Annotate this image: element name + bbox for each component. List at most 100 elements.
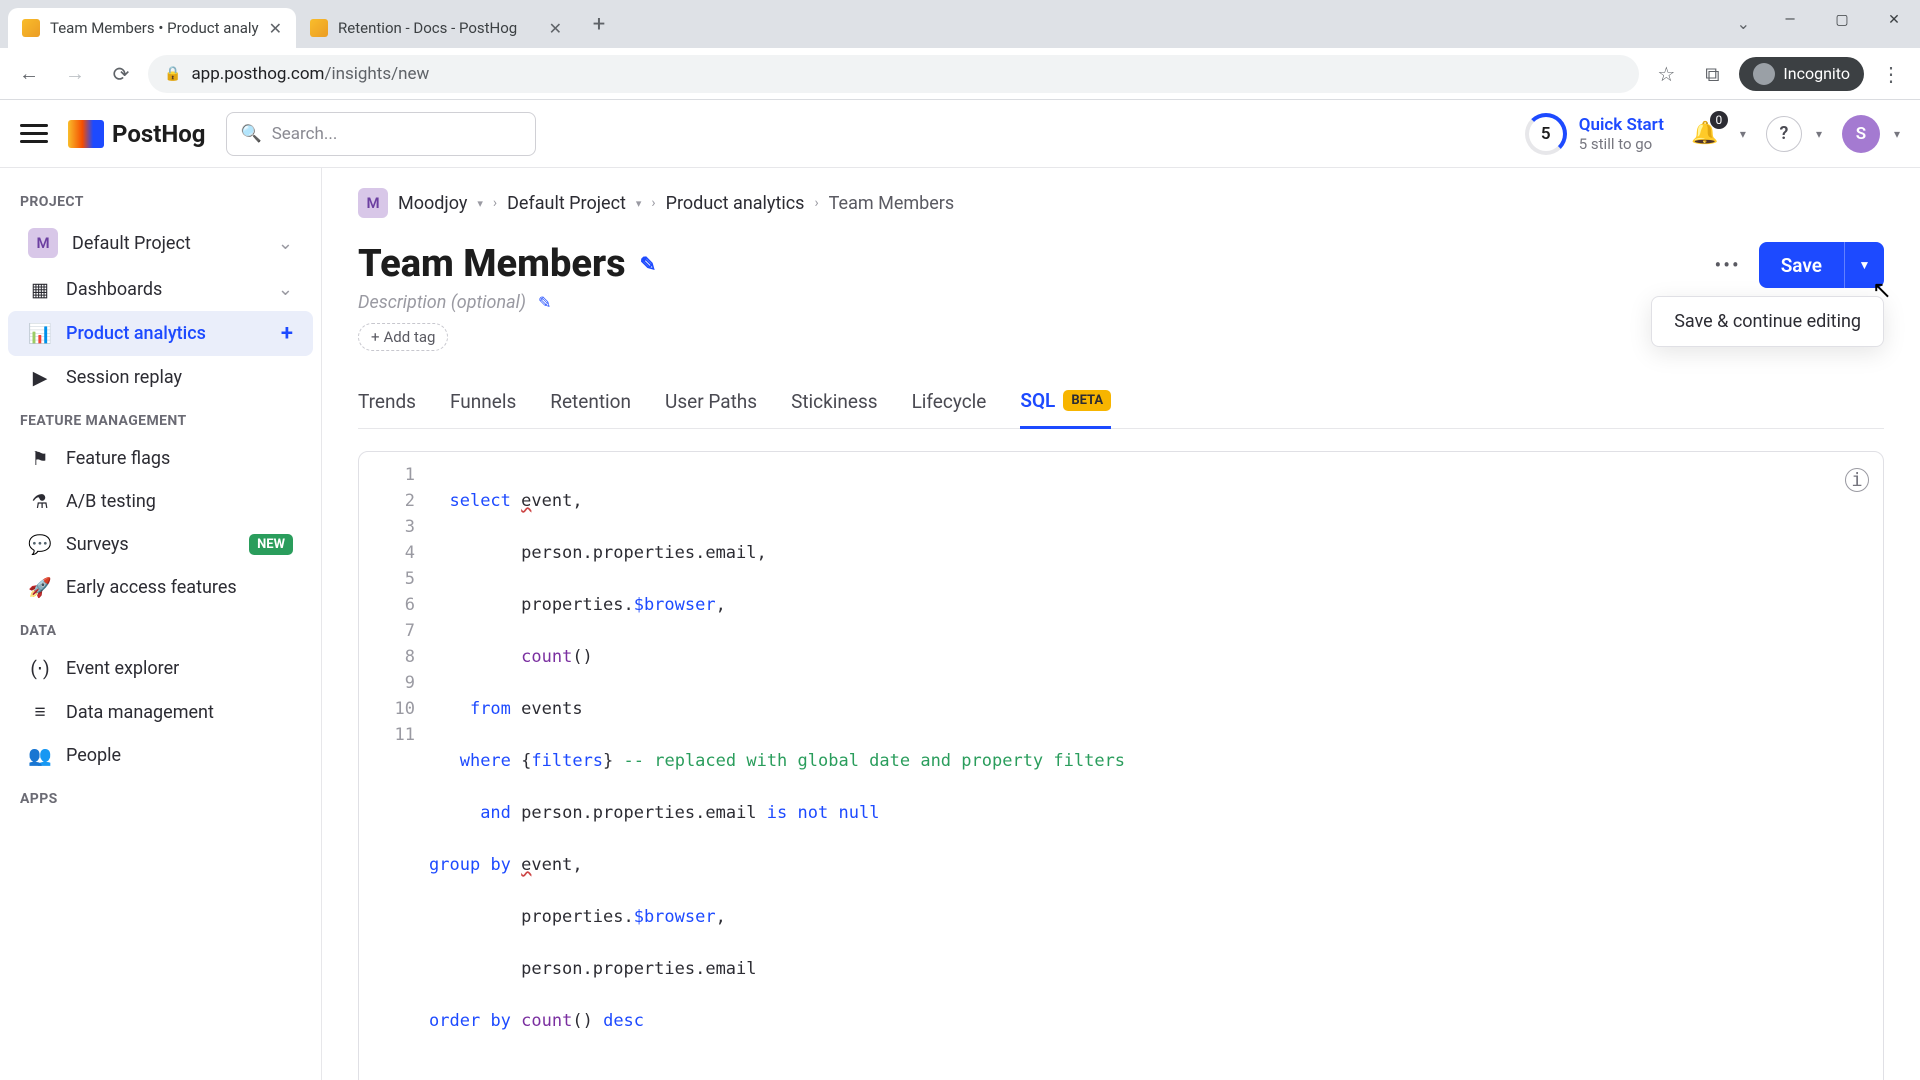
chevron-down-icon[interactable]: ▾: [636, 197, 642, 210]
sidebar-label: Session replay: [66, 367, 182, 388]
tab-close-icon[interactable]: ✕: [549, 19, 562, 38]
save-continue-option[interactable]: Save & continue editing: [1674, 311, 1861, 332]
breadcrumb-org[interactable]: Moodjoy: [398, 193, 467, 214]
tab-close-icon[interactable]: ✕: [269, 19, 282, 38]
logo[interactable]: PostHog: [68, 120, 206, 148]
window-close-icon[interactable]: ✕: [1868, 0, 1920, 40]
sidebar-heading-project: PROJECT: [0, 180, 321, 218]
bars-icon: 📊: [28, 322, 52, 345]
save-dropdown-toggle[interactable]: ▼: [1844, 242, 1884, 288]
sidebar-label: Event explorer: [66, 658, 179, 679]
sidebar-item-product-analytics[interactable]: 📊 Product analytics +: [8, 311, 313, 356]
sidebar-item-session-replay[interactable]: ▶ Session replay: [8, 356, 313, 399]
sidebar-label: Data management: [66, 702, 214, 723]
tab-funnels[interactable]: Funnels: [450, 379, 516, 428]
sidebar-item-surveys[interactable]: 💬 Surveys NEW: [8, 523, 313, 566]
quickstart-button[interactable]: 5 Quick Start 5 still to go: [1525, 113, 1664, 155]
project-name: Default Project: [72, 233, 191, 254]
add-insight-button[interactable]: +: [281, 321, 293, 346]
more-actions-button[interactable]: •••: [1708, 247, 1746, 283]
tab-trends[interactable]: Trends: [358, 379, 416, 428]
user-avatar[interactable]: S: [1842, 115, 1880, 153]
nav-forward-icon: →: [56, 55, 94, 93]
breadcrumb-section[interactable]: Product analytics: [666, 193, 805, 214]
help-button[interactable]: ?: [1766, 116, 1802, 152]
chevron-down-icon[interactable]: ▾: [1740, 127, 1746, 141]
edit-title-button[interactable]: ✎: [640, 252, 657, 276]
sidebar-item-dashboards[interactable]: ▦ Dashboards ⌄: [8, 268, 313, 311]
nav-reload-icon[interactable]: ⟳: [102, 55, 140, 93]
menu-toggle-button[interactable]: [20, 119, 48, 148]
tab-retention[interactable]: Retention: [550, 379, 631, 428]
sidebar-item-event-explorer[interactable]: (⋅) Event explorer: [8, 647, 313, 690]
description-placeholder[interactable]: Description (optional): [358, 292, 526, 313]
address-bar: ← → ⟳ 🔒 app.posthog.com/insights/new ☆ ⧉…: [0, 48, 1920, 100]
notifications-button[interactable]: 🔔 0: [1684, 113, 1726, 155]
sidebar-heading-feature: FEATURE MANAGEMENT: [0, 399, 321, 437]
chevron-right-icon: ›: [814, 195, 818, 211]
chevron-right-icon: ›: [493, 195, 497, 211]
sidebar-heading-data: DATA: [0, 609, 321, 647]
nav-back-icon[interactable]: ←: [10, 55, 48, 93]
sidebar-item-feature-flags[interactable]: ⚑ Feature flags: [8, 437, 313, 480]
sidebar-project-selector[interactable]: M Default Project ⌄: [8, 218, 313, 268]
window-minimize-icon[interactable]: —: [1764, 0, 1816, 40]
breadcrumb-org-badge[interactable]: M: [358, 188, 388, 218]
tabs-dropdown-icon[interactable]: ⌄: [1737, 14, 1750, 33]
bookmark-icon[interactable]: ☆: [1647, 55, 1685, 93]
insight-tabs: Trends Funnels Retention User Paths Stic…: [358, 379, 1884, 429]
save-button[interactable]: Save ▼: [1759, 242, 1884, 288]
browser-tab-active[interactable]: Team Members • Product analy ✕: [8, 8, 296, 48]
tab-stickiness[interactable]: Stickiness: [791, 379, 878, 428]
line-gutter: 1234567891011: [359, 462, 429, 1080]
notification-badge: 0: [1710, 111, 1728, 129]
sidebar-item-people[interactable]: 👥 People: [8, 734, 313, 777]
sidebar-label: Product analytics: [66, 323, 206, 344]
edit-description-button[interactable]: ✎: [538, 293, 551, 312]
omnibox[interactable]: 🔒 app.posthog.com/insights/new: [148, 55, 1639, 93]
sidebar-item-ab-testing[interactable]: ⚗ A/B testing: [8, 480, 313, 523]
incognito-mask-icon: [1753, 63, 1775, 85]
new-tab-button[interactable]: +: [584, 9, 614, 39]
project-badge: M: [28, 228, 58, 258]
tab-title: Team Members • Product analy: [50, 19, 259, 37]
sidebar-heading-apps: APPS: [0, 777, 321, 815]
browser-tab[interactable]: Retention - Docs - PostHog ✕: [296, 8, 576, 48]
favicon-icon: [310, 19, 328, 37]
logo-text: PostHog: [112, 120, 206, 148]
window-maximize-icon[interactable]: ▢: [1816, 0, 1868, 40]
breadcrumb-current: Team Members: [829, 193, 955, 214]
sql-editor[interactable]: i 1234567891011 select event, person.pro…: [359, 462, 1883, 1080]
chat-icon: 💬: [28, 533, 52, 556]
chevron-down-icon[interactable]: ▾: [477, 197, 483, 210]
tab-user-paths[interactable]: User Paths: [665, 379, 757, 428]
sidebar-label: A/B testing: [66, 491, 156, 512]
beta-badge: BETA: [1063, 390, 1111, 411]
chevron-down-icon[interactable]: ▾: [1894, 127, 1900, 141]
add-tag-button[interactable]: + Add tag: [358, 323, 448, 351]
sidebar-label: Feature flags: [66, 448, 170, 469]
sidebar-label: Dashboards: [66, 279, 162, 300]
plus-icon: +: [371, 328, 380, 346]
page-title: Team Members: [358, 242, 626, 286]
tab-sql[interactable]: SQL BETA: [1020, 379, 1111, 429]
breadcrumb: M Moodjoy ▾ › Default Project ▾ › Produc…: [358, 168, 1884, 232]
incognito-indicator[interactable]: Incognito: [1739, 57, 1864, 91]
browser-menu-icon[interactable]: ⋮: [1872, 55, 1910, 93]
code-content[interactable]: select event, person.properties.email, p…: [429, 462, 1883, 1080]
chevron-down-icon[interactable]: ▾: [1816, 127, 1822, 141]
quickstart-title: Quick Start: [1579, 115, 1664, 135]
search-placeholder: Search...: [272, 124, 338, 144]
sidebar-item-data-management[interactable]: ≡ Data management: [8, 690, 313, 734]
sidebar-label: Early access features: [66, 577, 237, 598]
breadcrumb-project[interactable]: Default Project: [507, 193, 626, 214]
people-icon: 👥: [28, 744, 52, 767]
install-app-icon[interactable]: ⧉: [1693, 55, 1731, 93]
sidebar-item-early-access[interactable]: 🚀 Early access features: [8, 566, 313, 609]
tab-lifecycle[interactable]: Lifecycle: [912, 379, 987, 428]
favicon-icon: [22, 19, 40, 37]
main-content: M Moodjoy ▾ › Default Project ▾ › Produc…: [322, 168, 1920, 1080]
tab-title: Retention - Docs - PostHog: [338, 19, 539, 37]
search-input[interactable]: 🔍 Search...: [226, 112, 536, 156]
rocket-icon: 🚀: [28, 576, 52, 599]
